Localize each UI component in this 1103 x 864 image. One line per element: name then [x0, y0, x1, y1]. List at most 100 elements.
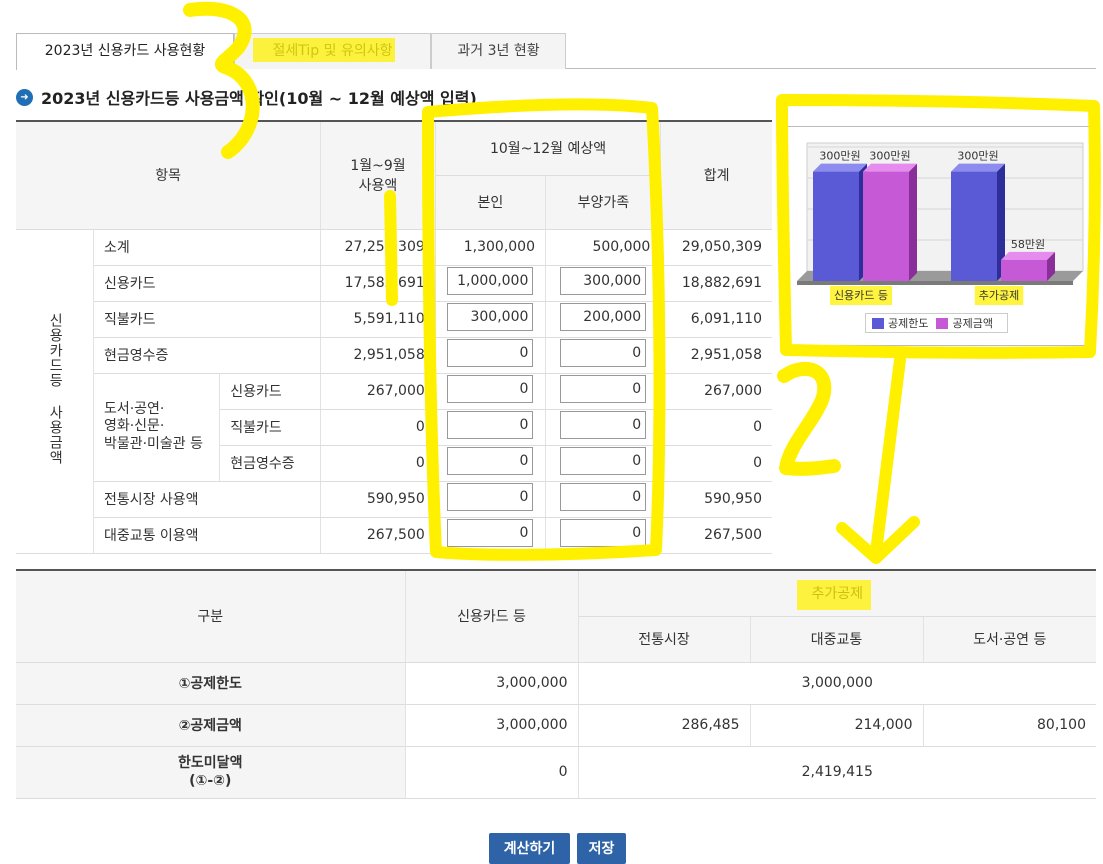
row-label: 신용카드: [219, 373, 322, 410]
row-label: 대중교통 이용액: [93, 517, 322, 554]
dependents-input[interactable]: 0: [560, 483, 647, 511]
dependents-input[interactable]: 0: [560, 375, 647, 403]
row-label: 신용카드: [93, 265, 322, 302]
table-row: 한도미달액 (①-②) 0 2,419,415: [16, 746, 1096, 799]
self-input[interactable]: 300,000: [447, 303, 534, 331]
section-title: ➜ 2023년 신용카드등 사용금액 확인(10월 ~ 12월 예상액 입력): [16, 85, 477, 109]
header-item: 항목: [16, 120, 322, 230]
tab-past-3-years[interactable]: 과거 3년 현황: [431, 33, 566, 69]
culture-label: 도서·공연· 영화·신문· 박물관·미술관 등: [93, 373, 221, 482]
cell-extra: 2,419,415: [578, 746, 1096, 799]
header-jan-sep: 1월~9월 사용액: [320, 120, 436, 230]
row-label: 현금영수증: [93, 337, 322, 374]
cell-jan-sep: 27,250,309: [320, 229, 436, 266]
cell-credit: 0: [405, 746, 579, 799]
self-input[interactable]: 1,000,000: [447, 267, 534, 295]
bullet-icon: ➜: [16, 88, 33, 106]
chart-data-label: 300만원: [869, 150, 910, 163]
header-extra: 추가공제: [578, 569, 1096, 617]
dependents-input[interactable]: 0: [560, 411, 647, 439]
chart-bar-top: [813, 163, 867, 172]
dependents-input[interactable]: 300,000: [560, 267, 647, 295]
header-transit: 대중교통: [750, 616, 924, 663]
tab-credit-card-usage[interactable]: 2023년 신용카드 사용현황: [16, 33, 234, 70]
self-input[interactable]: 0: [447, 375, 534, 403]
cell-total: 590,950: [660, 481, 772, 518]
cell-total: 2,951,058: [660, 337, 772, 374]
table-row: 도서·공연· 영화·신문· 박물관·미술관 등 신용카드 267,000 0 0…: [16, 373, 772, 482]
dependents-input[interactable]: 0: [560, 519, 647, 547]
cell-transit: 214,000: [750, 704, 924, 747]
section-title-text: 2023년 신용카드등 사용금액 확인(10월 ~ 12월 예상액 입력): [41, 89, 477, 108]
row-label: ①공제한도: [16, 662, 406, 705]
self-input[interactable]: 0: [447, 447, 534, 475]
cell-total: 267,000: [660, 373, 772, 410]
bar-chart-icon: [872, 317, 884, 329]
row-label: 소계: [93, 229, 322, 266]
self-input[interactable]: 0: [447, 519, 534, 547]
cell-credit: 3,000,000: [405, 704, 579, 747]
self-input[interactable]: 0: [447, 411, 534, 439]
chart-bar-top: [863, 163, 917, 172]
tab-tax-tips[interactable]: 절세Tip 및 유의사항: [234, 33, 431, 69]
row-label: 직불카드: [93, 301, 322, 338]
cell-total: 18,882,691: [660, 265, 772, 302]
cell-total: 29,050,309: [660, 229, 772, 266]
self-input[interactable]: 0: [447, 483, 534, 511]
chart-bar: [863, 171, 909, 281]
legend-item: 공제한도: [872, 315, 928, 331]
header-total: 합계: [660, 120, 772, 230]
self-input[interactable]: 0: [447, 339, 534, 367]
save-button[interactable]: 저장: [577, 833, 626, 864]
dependents-input[interactable]: 0: [560, 447, 647, 475]
annotation-number-2: [777, 361, 841, 476]
chart-bar-side: [909, 163, 917, 281]
calculate-button[interactable]: 계산하기: [489, 833, 570, 864]
row-label: 현금영수증: [219, 445, 322, 482]
cell-total: 0: [660, 445, 772, 482]
header-dependents: 부양가족: [545, 175, 661, 230]
header-credit-etc: 신용카드 등: [405, 569, 579, 663]
table-row: 전통시장 사용액 590,950 0 0 590,950: [16, 481, 772, 518]
chart-data-label: 300만원: [819, 150, 860, 163]
chart-bar-top: [1001, 251, 1055, 260]
cell-credit: 3,000,000: [405, 662, 579, 705]
cell-jan-sep: 590,950: [320, 481, 436, 518]
deduction-table: 구분 신용카드 등 추가공제 전통시장 대중교통 도서·공연 등 ①공제한도 3…: [16, 569, 1096, 799]
cell-total: 6,091,110: [660, 301, 772, 338]
cell-market: 286,485: [578, 704, 751, 747]
cell-dependents: 500,000: [545, 229, 662, 266]
cell-jan-sep: 17,582,691: [320, 265, 436, 302]
chart-data-label: 300만원: [957, 150, 998, 163]
group-label: 신용카드등 사용금액: [16, 229, 94, 554]
cell-jan-sep: 5,591,110: [320, 301, 436, 338]
dependents-input[interactable]: 200,000: [560, 303, 647, 331]
cell-culture: 80,100: [923, 704, 1096, 747]
table-row: 신용카드등 사용금액 소계 27,250,309 1,300,000 500,0…: [16, 229, 772, 554]
row-label: 직불카드: [219, 409, 322, 446]
table-row: 대중교통 이용액 267,500 0 0 267,500: [16, 517, 772, 554]
cell-jan-sep: 267,000: [320, 373, 436, 410]
table-row: ①공제한도 3,000,000 3,000,000: [16, 662, 1096, 705]
header-self: 본인: [435, 175, 547, 230]
bar-chart-icon: [936, 317, 949, 329]
chart-bar-top: [951, 163, 1005, 172]
usage-table: 항목 1월~9월 사용액 10월~12월 예상액 합계 본인 부양가족 신용카드…: [16, 120, 772, 554]
header-market: 전통시장: [578, 616, 751, 663]
tab-bar: 2023년 신용카드 사용현황 절세Tip 및 유의사항 과거 3년 현황: [16, 33, 1096, 70]
row-label: ②공제금액: [16, 704, 406, 747]
table-row: 현금영수증 2,951,058 0 0 2,951,058: [16, 337, 772, 374]
chart-bar: [1001, 259, 1047, 281]
dependents-input[interactable]: 0: [560, 339, 647, 367]
chart-bar: [951, 171, 997, 281]
chart-legend: 공제한도 공제금액: [865, 313, 1008, 333]
chart-category-label: 신용카드 등: [834, 289, 888, 302]
cell-jan-sep: 0: [320, 409, 436, 446]
chart-data-label: 58만원: [1011, 238, 1045, 251]
header-oct-dec: 10월~12월 예상액: [435, 120, 662, 176]
chart-category-label: 추가공제: [979, 289, 1019, 302]
cell-self: 1,300,000: [435, 229, 547, 266]
row-label: 전통시장 사용액: [93, 481, 322, 518]
header-category: 구분: [16, 569, 406, 663]
deduction-chart: 300만원 300만원신용카드 등 300만원 58만원추가공제 공제한도 공제금액: [784, 126, 1096, 346]
